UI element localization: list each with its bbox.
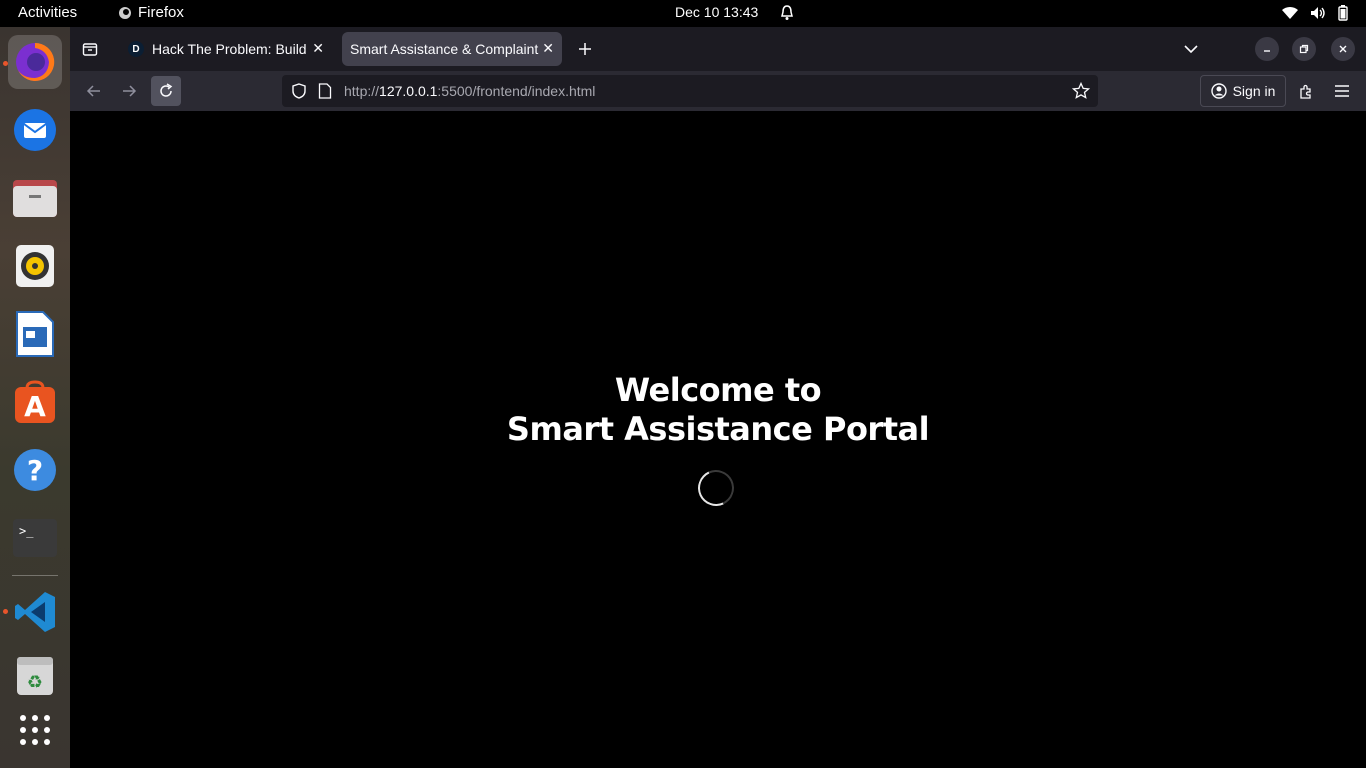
gnome-top-bar: Activities Firefox Dec 10 13:43 [0,0,1366,27]
firefox-icon[interactable] [8,35,62,89]
menu-icon[interactable] [1327,76,1357,106]
navigation-toolbar: http://127.0.0.1:5500/frontend/index.htm… [70,71,1366,111]
welcome-heading: Welcome to Smart Assistance Portal [70,371,1366,449]
close-window-icon[interactable] [1331,37,1355,61]
sign-in-button[interactable]: Sign in [1200,75,1286,107]
bookmark-star-icon[interactable] [1072,82,1090,100]
dock: A ? >_ ♻ [0,27,70,768]
svg-text:♻: ♻ [27,672,43,693]
vscode-icon[interactable] [8,585,62,639]
dock-separator [12,575,58,576]
back-icon[interactable] [79,76,109,106]
page-content: Welcome to Smart Assistance Portal [70,111,1366,768]
files-icon[interactable] [8,171,62,225]
reload-icon[interactable] [151,76,181,106]
tab-label: Smart Assistance & Complaint [350,41,539,57]
welcome-line-1: Welcome to [614,371,822,409]
minimize-icon[interactable] [1255,37,1279,61]
battery-icon [1338,5,1348,21]
firefox-view-icon[interactable] [75,34,105,64]
activities-button[interactable]: Activities [18,4,77,21]
app-grid-icon[interactable] [8,703,62,757]
system-tray[interactable] [1282,5,1348,21]
page-icon[interactable] [318,83,332,99]
welcome-line-2: Smart Assistance Portal [506,410,930,448]
account-icon [1210,83,1227,99]
sign-in-label: Sign in [1232,83,1276,99]
url-scheme: http:// [344,83,380,99]
shield-icon[interactable] [291,83,307,99]
firefox-small-icon [119,6,131,19]
svg-text:?: ? [27,454,43,487]
trash-icon[interactable]: ♻ [8,649,62,703]
writer-icon[interactable] [8,307,62,361]
rhythmbox-icon[interactable] [8,239,62,293]
restore-icon[interactable] [1292,37,1316,61]
url-bar[interactable]: http://127.0.0.1:5500/frontend/index.htm… [282,75,1098,107]
url-path: :5500/frontend/index.html [437,83,596,99]
list-all-tabs-icon[interactable] [1176,34,1206,64]
tab-hack-the-problem[interactable]: D Hack The Problem: Build ✕ [118,32,332,66]
close-icon[interactable]: ✕ [542,40,554,57]
help-icon[interactable]: ? [8,443,62,497]
url-host: 127.0.0.1 [379,83,438,99]
svg-text:>_: >_ [19,524,34,538]
notification-bell-icon[interactable] [779,4,795,25]
wifi-icon [1282,6,1298,20]
volume-icon [1311,7,1325,19]
svg-text:A: A [24,390,46,423]
close-icon[interactable]: ✕ [312,40,324,57]
url-text: http://127.0.0.1:5500/frontend/index.htm… [344,83,595,99]
browser-window: D Hack The Problem: Build ✕ Smart Assist… [70,27,1366,768]
extensions-icon[interactable] [1291,76,1321,106]
tab-favicon: D [128,41,144,57]
tab-smart-assistance[interactable]: Smart Assistance & Complaint ✕ [342,32,562,66]
thunderbird-icon[interactable] [8,103,62,157]
tab-strip: D Hack The Problem: Build ✕ Smart Assist… [70,27,1366,71]
clock[interactable]: Dec 10 13:43 [675,4,758,20]
app-menu-label: Firefox [138,4,184,21]
app-menu[interactable]: Firefox [118,4,184,21]
forward-icon[interactable] [114,76,144,106]
new-tab-icon[interactable] [570,34,600,64]
app-center-icon[interactable]: A [8,375,62,429]
terminal-icon[interactable]: >_ [8,511,62,565]
loading-spinner [692,464,740,512]
tab-label: Hack The Problem: Build [152,41,307,57]
